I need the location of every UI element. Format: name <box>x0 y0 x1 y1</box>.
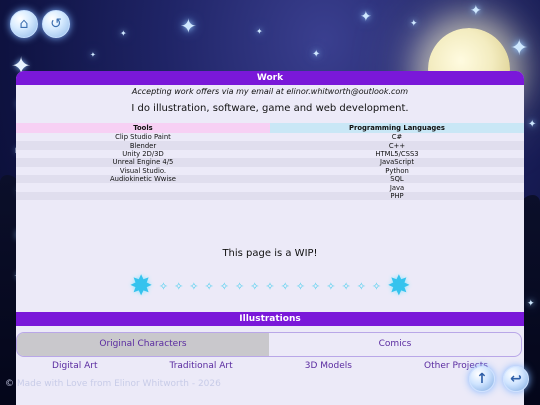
illustrations-header: Illustrations <box>16 312 524 326</box>
tab-original-characters[interactable]: Original Characters <box>17 333 269 356</box>
small-star-icon: ✧ <box>265 279 275 293</box>
table-row: PHP <box>16 191 524 201</box>
language-cell: C++ <box>270 141 524 150</box>
wip-notice: This page is a WIP! <box>222 248 318 259</box>
tool-cell: Blender <box>16 141 270 150</box>
intro-text: I do illustration, software, game and we… <box>131 103 409 114</box>
side-nav-star-top[interactable]: ✦ <box>8 52 34 80</box>
work-offer-text: Accepting work offers via my email at el… <box>131 87 409 96</box>
arrow-up-icon: ↑ <box>476 371 488 387</box>
sparkle-icon: ✦ <box>410 19 418 29</box>
table-row: Blender C++ <box>16 141 524 150</box>
language-cell: JavaScript <box>270 158 524 167</box>
small-star-icon: ✧ <box>234 279 245 293</box>
table-row: Visual Studio. Python <box>16 167 524 175</box>
small-star-icon: ✧ <box>219 279 229 293</box>
tool-cell: Clip Studio Paint <box>115 133 171 142</box>
language-cell: Java <box>389 183 405 192</box>
small-star-icon: ✧ <box>356 279 366 293</box>
tool-cell <box>16 191 270 201</box>
tool-cell <box>16 183 270 191</box>
language-cell: C# <box>391 133 403 142</box>
sparkle-icon: ✦ <box>312 49 321 60</box>
table-row: Unity 2D/3D HTML5/CSS3 <box>16 150 524 158</box>
small-star-icon: ✧ <box>341 279 351 293</box>
scroll-to-top-button[interactable]: ↑ <box>469 366 495 392</box>
work-header: Work <box>16 71 524 85</box>
sparkle-icon: ✦ <box>470 3 482 19</box>
illustration-tabs: Original Characters Comics <box>16 332 522 357</box>
sparkle-icon: ✦ <box>90 51 96 59</box>
language-cell: PHP <box>270 191 524 201</box>
sparkle-icon: ✦ <box>256 27 263 36</box>
star-divider: ✸ ✧ ✧ ✧ ✧ ✧ ✧ ✧ ✧ ✧ ✧ ✧ ✧ ✧ ✧ ✧ ✸ <box>16 271 524 301</box>
illustration-subtabs: Digital Art Traditional Art 3D Models Ot… <box>16 358 524 374</box>
language-cell: Python <box>385 166 409 175</box>
small-star-icon: ✧ <box>250 279 260 293</box>
language-cell: HTML5/CSS3 <box>375 149 419 158</box>
table-row: Clip Studio Paint C# <box>16 133 524 141</box>
sparkle-icon: ✦ <box>180 14 197 38</box>
subtab-traditional-art[interactable]: Traditional Art <box>170 358 233 374</box>
return-button[interactable]: ↩ <box>503 366 529 392</box>
large-star-icon: ✸ <box>129 269 153 302</box>
subtab-digital-art[interactable]: Digital Art <box>52 358 97 374</box>
small-star-icon: ✧ <box>204 279 214 293</box>
languages-header: Programming Languages <box>270 123 524 133</box>
language-cell: SQL <box>270 174 524 184</box>
small-star-icon: ✧ <box>311 279 321 293</box>
skills-table: Tools Programming Languages Clip Studio … <box>16 123 524 201</box>
sparkle-icon: ✦ <box>120 29 127 38</box>
main-panel: Work Accepting work offers via my email … <box>16 71 524 405</box>
back-icon: ↺ <box>50 16 62 32</box>
return-icon: ↩ <box>510 371 522 387</box>
sparkle-icon: ✦ <box>510 36 529 61</box>
home-icon: ⌂ <box>19 16 29 32</box>
small-star-icon: ✧ <box>158 279 169 293</box>
small-star-icon: ✧ <box>295 279 306 293</box>
table-row: Unreal Engine 4/5 JavaScript <box>16 158 524 167</box>
subtab-3d-models[interactable]: 3D Models <box>305 358 352 374</box>
small-star-icon: ✧ <box>371 279 382 293</box>
tool-cell: Audiokinetic Wwise <box>16 174 270 184</box>
footer-credit: © Made with Love from Elinor Whitworth -… <box>5 379 221 389</box>
table-row: Java <box>16 183 524 192</box>
small-star-icon: ✧ <box>280 279 290 293</box>
tool-cell: Unreal Engine 4/5 <box>16 158 270 167</box>
tool-cell: Visual Studio. <box>119 166 167 175</box>
sparkle-icon: ✦ <box>527 299 535 309</box>
tools-header: Tools <box>16 123 270 133</box>
tool-cell: Unity 2D/3D <box>122 149 164 158</box>
small-star-icon: ✧ <box>326 279 336 293</box>
sparkle-icon: ✦ <box>360 9 372 25</box>
large-star-icon: ✸ <box>387 269 411 302</box>
home-button[interactable]: ⌂ <box>10 10 38 38</box>
back-button[interactable]: ↺ <box>42 10 70 38</box>
tab-comics[interactable]: Comics <box>269 333 521 356</box>
sparkle-icon: ✦ <box>528 119 537 130</box>
small-star-icon: ✧ <box>174 279 184 293</box>
small-star-icon: ✧ <box>189 279 199 293</box>
table-row: Audiokinetic Wwise SQL <box>16 174 524 184</box>
